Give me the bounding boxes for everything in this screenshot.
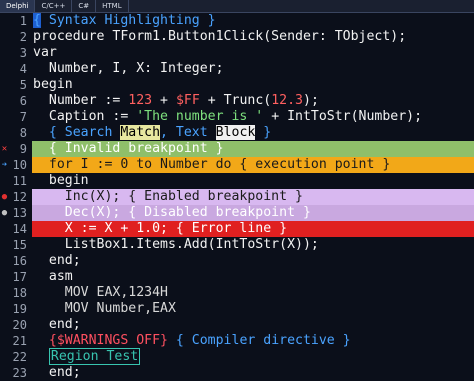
line-number: 19 <box>12 302 27 316</box>
tab-html[interactable]: HTML <box>96 0 129 12</box>
code-text: for I := 0 to Number do { execution poin… <box>33 157 391 172</box>
code-text: begin <box>33 77 73 92</box>
code-text: { Invalid breakpoint } <box>33 141 224 156</box>
code-line-12[interactable]: ● 12 Inc(X); { Enabled breakpoint } <box>0 189 474 205</box>
disabled-breakpoint-icon[interactable]: ● <box>0 205 9 221</box>
code-text: {{ Syntax Highlighting } <box>33 13 216 28</box>
line-number: 16 <box>12 254 27 268</box>
line-number: 12 <box>12 190 27 204</box>
text-block-highlight: Block <box>215 125 256 140</box>
code-line-3[interactable]: 3 var <box>0 45 474 61</box>
code-text: procedure TForm1.Button1Click(Sender: TO… <box>33 29 407 44</box>
code-text: {$WARNINGS OFF} { Compiler directive } <box>48 333 351 348</box>
line-number: 14 <box>12 222 27 236</box>
code-line-11[interactable]: 11 begin <box>0 173 474 189</box>
code-line-18[interactable]: 18 MOV EAX,1234H <box>0 285 474 301</box>
code-line-8[interactable]: 8 { Search Match, Text Block } <box>0 125 474 141</box>
code-line-23[interactable]: 23 end; <box>0 365 474 381</box>
line-number: 17 <box>12 270 27 284</box>
code-line-16[interactable]: 16 end; <box>0 253 474 269</box>
code-line-20[interactable]: 20 end; <box>0 317 474 333</box>
code-text: MOV Number,EAX <box>33 301 176 316</box>
code-line-7[interactable]: 7 Caption := 'The number is ' + IntToStr… <box>0 109 474 125</box>
tab-csharp[interactable]: C# <box>72 0 97 12</box>
line-number: 15 <box>12 238 27 252</box>
line-number: 3 <box>19 46 27 60</box>
invalid-breakpoint-icon[interactable]: ✕ <box>0 141 9 157</box>
code-editor[interactable]: 1 {{ Syntax Highlighting } 2 procedure T… <box>0 13 474 380</box>
line-number: 11 <box>12 174 27 188</box>
code-line-19[interactable]: 19 MOV Number,EAX <box>0 301 474 317</box>
code-line-13[interactable]: ● 13 Dec(X); { Disabled breakpoint } <box>0 205 474 221</box>
code-line-14[interactable]: 14 X := X + 1.0; { Error line } <box>0 221 474 237</box>
code-line-6[interactable]: 6 Number := 123 + $FF + Trunc(12.3); <box>0 93 474 109</box>
language-tab-bar: Delphi C/C++ C# HTML <box>0 0 474 13</box>
compiler-directive: {$WARNINGS OFF} <box>48 333 168 348</box>
code-text: end; <box>33 365 81 380</box>
code-text: Dec(X); { Disabled breakpoint } <box>33 205 311 220</box>
line-number: 10 <box>12 158 27 172</box>
line-number: 13 <box>12 206 27 220</box>
line-number: 1 <box>19 14 27 28</box>
line-number: 4 <box>19 62 27 76</box>
code-text: Number, I, X: Integer; <box>33 61 224 76</box>
code-text: ListBox1.Items.Add(IntToStr(X)); <box>33 237 319 252</box>
code-text: begin <box>33 173 89 188</box>
code-text: Inc(X); { Enabled breakpoint } <box>33 189 303 204</box>
code-line-4[interactable]: 4 Number, I, X: Integer; <box>0 61 474 77</box>
code-text: MOV EAX,1234H <box>33 285 168 300</box>
region-marker: Region Test <box>48 348 141 365</box>
code-text: Number := 123 + $FF + Trunc(12.3); <box>33 93 319 108</box>
code-line-9[interactable]: ✕ 9 { Invalid breakpoint } <box>0 141 474 157</box>
line-number: 2 <box>19 30 27 44</box>
code-text: asm <box>33 269 73 284</box>
search-match-highlight: Match <box>120 125 161 140</box>
line-number: 6 <box>19 94 27 108</box>
code-line-15[interactable]: 15 ListBox1.Items.Add(IntToStr(X)); <box>0 237 474 253</box>
code-text: X := X + 1.0; { Error line } <box>33 221 288 236</box>
line-number: 23 <box>12 366 27 380</box>
code-text: var <box>33 45 57 60</box>
code-text: end; <box>33 253 81 268</box>
code-line-5[interactable]: 5 begin <box>0 77 474 93</box>
code-text: Region Test <box>33 348 141 365</box>
code-line-1[interactable]: 1 {{ Syntax Highlighting } <box>0 13 474 29</box>
enabled-breakpoint-icon[interactable]: ● <box>0 189 9 205</box>
code-line-21[interactable]: 21 {$WARNINGS OFF} { Compiler directive … <box>0 333 474 349</box>
line-number: 9 <box>19 142 27 156</box>
code-line-2[interactable]: 2 procedure TForm1.Button1Click(Sender: … <box>0 29 474 45</box>
code-line-17[interactable]: 17 asm <box>0 269 474 285</box>
line-number: 18 <box>12 286 27 300</box>
line-number: 5 <box>19 78 27 92</box>
tab-delphi[interactable]: Delphi <box>0 0 36 12</box>
line-number: 7 <box>19 110 27 124</box>
code-text: Caption := 'The number is ' + IntToStr(N… <box>33 109 423 124</box>
tab-cpp[interactable]: C/C++ <box>35 0 73 12</box>
execution-point-arrow-icon: ➔ <box>1 160 8 170</box>
code-line-10[interactable]: ➔ 10 for I := 0 to Number do { execution… <box>0 157 474 173</box>
line-number: 22 <box>12 350 27 364</box>
line-number: 8 <box>19 126 27 140</box>
code-text: { Search Match, Text Block } <box>33 125 272 140</box>
line-number: 20 <box>12 318 27 332</box>
line-number: 21 <box>12 334 27 348</box>
code-text: end; <box>33 317 81 332</box>
code-line-22[interactable]: 22 Region Test <box>0 348 474 365</box>
